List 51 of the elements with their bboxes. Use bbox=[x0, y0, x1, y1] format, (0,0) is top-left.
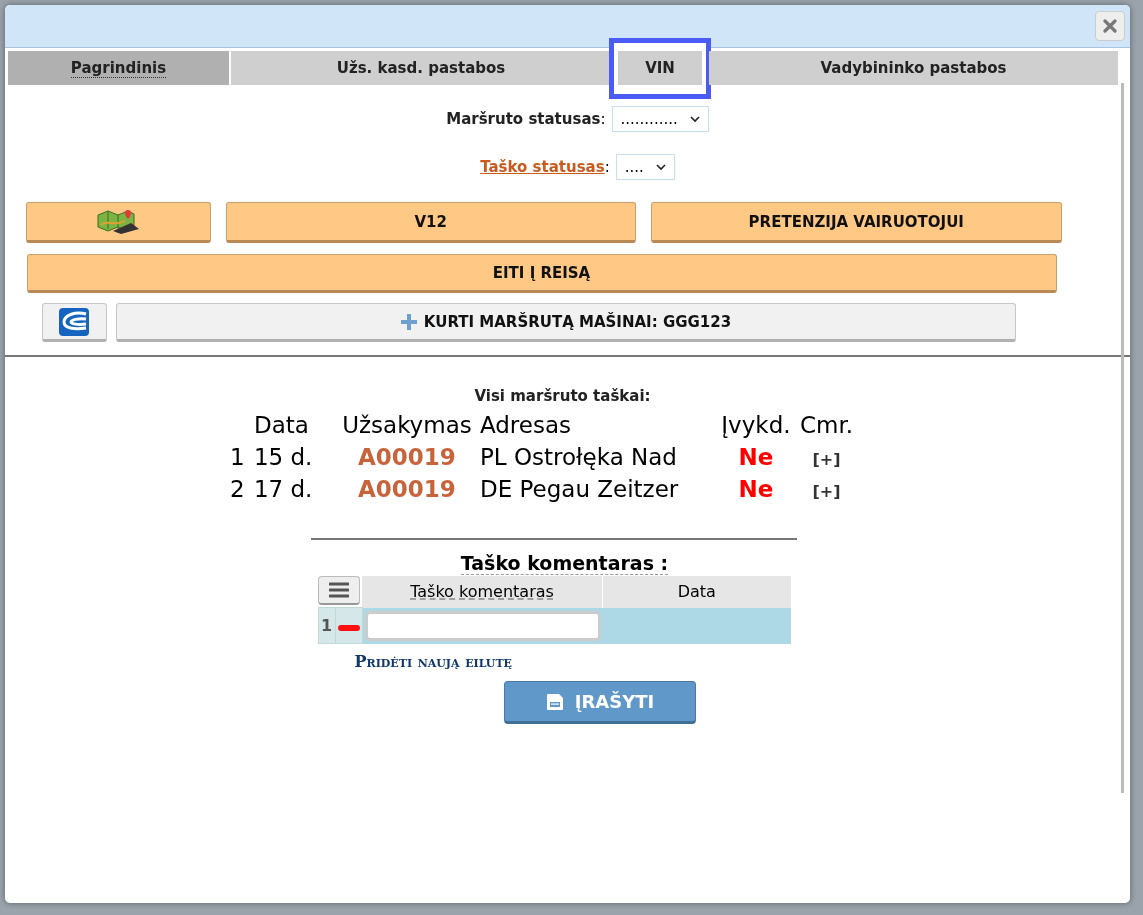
table-cell-text: 15 d. bbox=[252, 443, 314, 472]
caret-icon bbox=[655, 163, 666, 171]
table-cell-text: DE Pegau Zeitzer bbox=[478, 475, 680, 504]
add-row-link[interactable]: Pridėti naują eilutę bbox=[354, 652, 512, 671]
status-dropdown[interactable]: ............ bbox=[611, 106, 709, 132]
tab[interactable]: Pagrindinis bbox=[8, 51, 229, 85]
plus-icon bbox=[399, 312, 418, 331]
map-button[interactable] bbox=[25, 202, 211, 243]
section-title: Visi maršruto taškai: bbox=[474, 387, 651, 405]
menu-button[interactable] bbox=[318, 576, 360, 605]
field-label: Maršruto statusas bbox=[446, 110, 601, 128]
remove-icon[interactable] bbox=[337, 625, 360, 631]
table-cell-text: Ne bbox=[737, 475, 775, 504]
column-header: Užsakymas bbox=[341, 411, 473, 440]
close-button[interactable] bbox=[1095, 11, 1125, 41]
section-title: Taško komentaras : bbox=[460, 552, 669, 575]
create-route-button[interactable]: KURTI MARŠRUTĄ MAŠINAI: GGG123 bbox=[115, 303, 1016, 342]
row-number: 1 bbox=[318, 607, 335, 644]
cmr-link[interactable]: [+] bbox=[812, 482, 841, 501]
column-header: Cmr. bbox=[798, 411, 855, 440]
row-number: 1 bbox=[228, 443, 246, 472]
field-label[interactable]: Taško statusas bbox=[480, 158, 605, 176]
close-icon bbox=[1103, 19, 1117, 33]
tab[interactable]: Užs. kasd. pastabos bbox=[231, 51, 611, 85]
logo-button[interactable] bbox=[41, 303, 107, 342]
column-header: Adresas bbox=[478, 411, 573, 440]
tab[interactable]: VIN bbox=[618, 51, 702, 85]
cmr-link[interactable]: [+] bbox=[812, 450, 841, 469]
go-to-trip-button[interactable]: EITI Į REISĄ bbox=[26, 254, 1057, 293]
order-link[interactable]: A00019 bbox=[358, 476, 456, 502]
action-button[interactable]: PRETENZIJA VAIRUOTOJUI bbox=[651, 202, 1062, 243]
save-icon bbox=[544, 691, 565, 712]
table-cell-text: Ne bbox=[737, 443, 775, 472]
tab[interactable]: Vadybininko pastabos bbox=[709, 51, 1118, 85]
row-number: 2 bbox=[228, 475, 246, 504]
table-cell-text: 17 d. bbox=[252, 475, 314, 504]
column-header: Data bbox=[602, 576, 791, 608]
column-header: Taško komentaras bbox=[362, 576, 603, 608]
status-dropdown[interactable]: .... bbox=[615, 154, 675, 180]
caret-icon bbox=[689, 115, 700, 123]
menu-icon bbox=[329, 582, 349, 598]
order-link[interactable]: A00019 bbox=[358, 444, 456, 470]
logo-icon bbox=[58, 306, 90, 337]
scrollbar[interactable] bbox=[1121, 83, 1124, 793]
action-button[interactable]: V12 bbox=[225, 202, 636, 243]
colon: : bbox=[600, 110, 606, 128]
column-header: Įvykd. bbox=[720, 411, 792, 440]
column-header: Data bbox=[252, 411, 310, 440]
table-cell-text: PL Ostrołęka Nad bbox=[478, 443, 678, 472]
map-icon bbox=[95, 208, 141, 235]
colon: : bbox=[604, 158, 610, 176]
